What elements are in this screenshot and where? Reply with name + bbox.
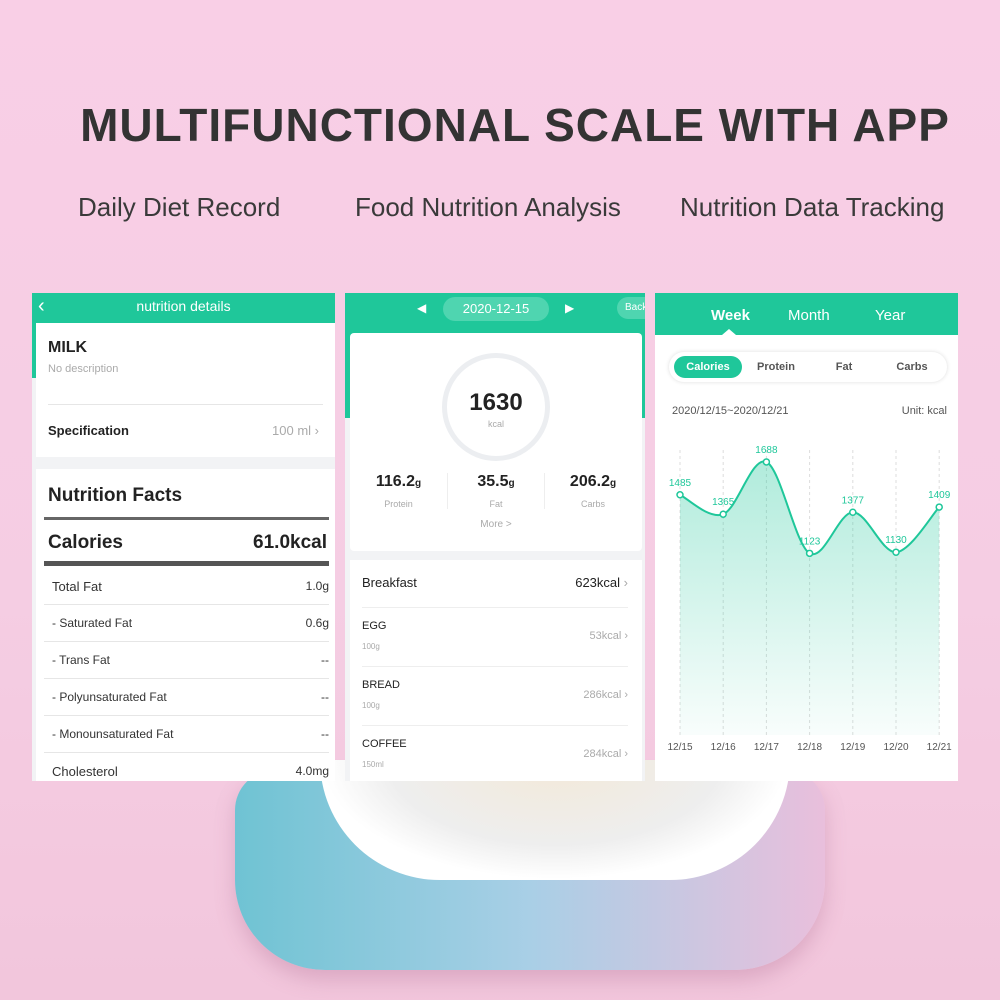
meal-name: Breakfast bbox=[362, 575, 417, 590]
food-qty: 100g bbox=[362, 701, 380, 710]
nutrient-value: -- bbox=[321, 653, 329, 667]
nutrition-row: Total Fat 1.0g bbox=[44, 568, 329, 605]
food-item[interactable]: COFFEE 150ml 284kcal › bbox=[362, 725, 628, 781]
x-tick-label: 12/16 bbox=[711, 742, 736, 753]
calorie-chart: 1485 12/15 1365 12/16 1688 12/17 1123 12/18 1377… bbox=[667, 445, 952, 753]
nutrient-value: -- bbox=[321, 727, 329, 741]
macro-label: Carbs bbox=[580, 499, 605, 509]
total-unit: kcal bbox=[487, 419, 504, 429]
tab-year[interactable]: Year bbox=[875, 307, 905, 324]
data-point bbox=[935, 503, 943, 511]
macro-label: Protein bbox=[384, 499, 413, 509]
food-description: No description bbox=[48, 363, 119, 375]
nutrient-label: - Saturated Fat bbox=[52, 616, 133, 630]
daily-record-screen: ◀ 2020-12-15 ▶ Back 1630 kcal 116.2g Prot… bbox=[345, 293, 645, 781]
data-label: 1377 bbox=[842, 495, 865, 506]
feature-1: Daily Diet Record bbox=[78, 192, 281, 222]
pill-carbs[interactable]: Carbs bbox=[878, 356, 946, 378]
macro-unit: g bbox=[415, 478, 422, 489]
date-selector[interactable]: 2020-12-15 bbox=[443, 297, 549, 321]
food-kcal: 53kcal › bbox=[589, 630, 628, 642]
nutrient-value: 0.6g bbox=[305, 616, 329, 630]
nutrient-label: - Polyunsaturated Fat bbox=[52, 690, 167, 704]
food-item[interactable]: EGG 100g 53kcal › bbox=[362, 607, 628, 666]
feature-2: Food Nutrition Analysis bbox=[355, 192, 621, 222]
nutrient-value: -- bbox=[321, 690, 329, 704]
nutrition-row: - Saturated Fat 0.6g bbox=[44, 605, 329, 642]
macro-value: 206.2 bbox=[569, 473, 610, 490]
nutrition-row: - Polyunsaturated Fat -- bbox=[44, 679, 329, 716]
unit-label: Unit: kcal bbox=[901, 405, 947, 417]
macro-carbs: 206.2g Carbs bbox=[544, 473, 641, 509]
data-point bbox=[762, 458, 771, 466]
screen-title: nutrition details bbox=[136, 298, 231, 314]
data-label: 1130 bbox=[885, 535, 907, 546]
pill-protein[interactable]: Protein bbox=[742, 356, 810, 378]
facts-title: Nutrition Facts bbox=[48, 485, 183, 506]
macro-value: 35.5 bbox=[477, 473, 509, 490]
data-label: 1688 bbox=[755, 445, 778, 456]
nutrient-label: Cholesterol bbox=[52, 763, 118, 779]
more-link[interactable]: More > bbox=[350, 519, 642, 530]
data-point bbox=[676, 491, 684, 499]
nutrient-value: 4.0mg bbox=[295, 764, 329, 778]
food-qty: 100g bbox=[362, 642, 380, 651]
food-name: MILK bbox=[48, 339, 88, 356]
food-name: EGG bbox=[362, 620, 387, 632]
macro-unit: g bbox=[508, 478, 515, 489]
data-label: 1409 bbox=[928, 490, 951, 501]
data-point bbox=[849, 508, 857, 516]
prev-day-icon[interactable]: ◀ bbox=[417, 301, 426, 315]
x-tick-label: 12/17 bbox=[754, 742, 779, 753]
nutrition-row: - Trans Fat -- bbox=[44, 642, 329, 679]
macro-protein: 116.2g Protein bbox=[350, 473, 447, 509]
date-range: 2020/12/15~2020/12/21 bbox=[672, 405, 789, 417]
x-tick-label: 12/20 bbox=[883, 742, 908, 753]
data-point bbox=[805, 549, 814, 558]
macro-label: Fat bbox=[489, 499, 503, 509]
feature-3: Nutrition Data Tracking bbox=[680, 192, 945, 222]
data-label: 1485 bbox=[669, 478, 692, 489]
next-day-icon[interactable]: ▶ bbox=[565, 301, 574, 315]
total-calories: 1630 bbox=[469, 389, 523, 416]
food-name: BREAD bbox=[362, 679, 400, 691]
macro-fat: 35.5g Fat bbox=[447, 473, 544, 509]
calories-value: 61.0kcal bbox=[253, 532, 327, 553]
calories-label: Calories bbox=[48, 532, 123, 553]
tab-month[interactable]: Month bbox=[788, 307, 830, 324]
x-tick-label: 12/19 bbox=[840, 742, 865, 753]
meal-kcal[interactable]: 623kcal › bbox=[575, 575, 628, 590]
x-tick-label: 12/21 bbox=[927, 742, 952, 753]
food-kcal: 286kcal › bbox=[583, 689, 628, 701]
data-label: 1123 bbox=[799, 536, 821, 547]
data-point bbox=[719, 510, 727, 518]
macro-unit: g bbox=[609, 478, 617, 489]
pill-fat[interactable]: Fat bbox=[810, 356, 878, 378]
headline: MULTIFUNCTIONAL SCALE WITH APP bbox=[80, 99, 950, 151]
pill-calories[interactable]: Calories bbox=[674, 356, 742, 378]
data-point bbox=[892, 548, 900, 556]
food-kcal: 284kcal › bbox=[583, 748, 628, 760]
nutrient-value: 1.0g bbox=[305, 579, 329, 593]
spec-value[interactable]: 100 ml › bbox=[272, 423, 319, 438]
back-button[interactable]: Back bbox=[617, 297, 645, 319]
nutrient-label: - Monounsaturated Fat bbox=[52, 727, 174, 741]
x-tick-label: 12/18 bbox=[797, 742, 822, 753]
spec-label: Specification bbox=[48, 423, 129, 438]
macro-value: 116.2 bbox=[375, 473, 416, 490]
food-qty: 150ml bbox=[362, 760, 384, 769]
nutrition-row: - Monounsaturated Fat -- bbox=[44, 716, 329, 753]
food-item[interactable]: BREAD 100g 286kcal › bbox=[362, 666, 628, 725]
data-label: 1365 bbox=[712, 497, 735, 508]
x-tick-label: 12/15 bbox=[667, 742, 692, 753]
nutrient-label: Total Fat bbox=[52, 578, 102, 594]
nutrient-label: - Trans Fat bbox=[52, 653, 111, 667]
nutrition-details-screen: ‹ nutrition details MILK No description … bbox=[32, 293, 335, 781]
nutrition-row: Cholesterol 4.0mg bbox=[44, 753, 329, 781]
tab-week[interactable]: Week bbox=[711, 307, 750, 324]
food-name: COFFEE bbox=[362, 738, 407, 750]
